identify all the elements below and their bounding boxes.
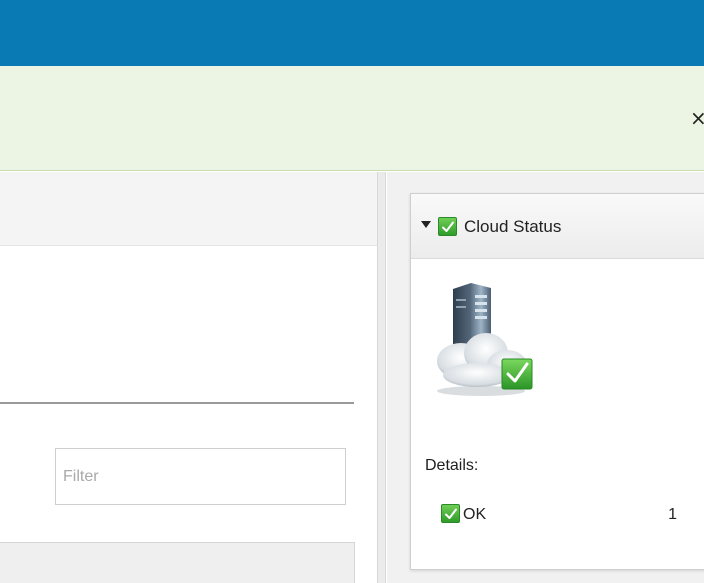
top-navigation-bar [0,0,704,66]
filter-input[interactable] [55,448,346,505]
status-label: OK [463,506,487,523]
widget-title: Cloud Status [464,217,562,236]
widget-header[interactable]: Cloud Status [411,194,704,259]
table-header [0,542,355,583]
notification-banner: × [0,66,704,171]
divider [0,402,354,404]
cloud-status-widget: Cloud Status Details: OK 1 [410,193,704,570]
panel-splitter[interactable] [378,172,386,583]
close-icon[interactable]: × [690,106,704,130]
cloud-server-icon [431,279,536,404]
check-icon [441,504,460,523]
left-panel [0,172,378,583]
details-label: Details: [425,457,479,474]
status-row-ok[interactable]: OK 1 [411,500,704,530]
collapse-arrow-icon[interactable] [421,221,431,228]
page: × Cloud Status [0,0,704,583]
left-panel-header [0,172,377,246]
check-icon [438,217,457,236]
status-count: 1 [668,506,677,523]
